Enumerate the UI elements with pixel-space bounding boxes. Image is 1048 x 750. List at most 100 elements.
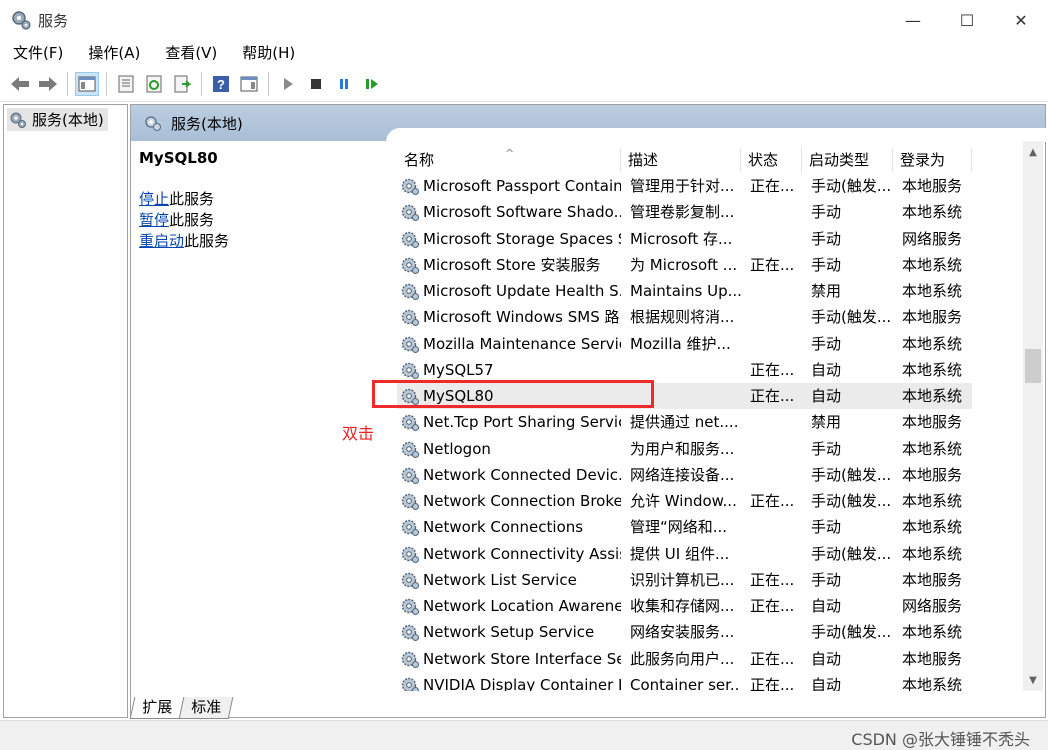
restart-link[interactable]: 重启动 bbox=[139, 232, 184, 250]
sort-caret-icon: ^ bbox=[505, 147, 515, 160]
service-startup-type: 手动(触发... bbox=[811, 492, 892, 510]
service-startup-type: 手动(触发... bbox=[811, 544, 892, 563]
service-status: 正在... bbox=[750, 255, 795, 274]
minimize-button[interactable]: — bbox=[886, 0, 940, 40]
service-name-cell: Network Connections bbox=[397, 514, 621, 540]
service-gear-icon bbox=[401, 493, 419, 511]
service-startup-type: 手动 bbox=[811, 334, 842, 353]
service-row[interactable]: Netlogon 为用户和服务... 手动 本地系统 bbox=[397, 436, 972, 462]
pause-action: 暂停此服务 bbox=[139, 210, 379, 231]
menu-action[interactable]: 操作(A) bbox=[75, 40, 152, 66]
service-name-cell: Network Connectivity Assis... bbox=[397, 541, 621, 567]
service-logon-as: 本地系统 bbox=[902, 439, 963, 458]
service-row[interactable]: Microsoft Windows SMS 路... 根据规则将消... 手动(触发… bbox=[397, 304, 972, 330]
refresh-icon[interactable] bbox=[142, 72, 166, 96]
service-description: 收集和存储网... bbox=[630, 597, 735, 615]
service-description: 网络连接设备... bbox=[630, 465, 735, 484]
service-row[interactable]: Network List Service 识别计算机已... 正在... 手动 本地服务 bbox=[397, 567, 972, 593]
service-logon-as: 本地系统 bbox=[902, 518, 963, 537]
service-gear-icon bbox=[401, 178, 419, 196]
column-header-name[interactable]: ^ 名称 bbox=[397, 147, 621, 173]
show-action-pane-icon[interactable] bbox=[237, 72, 261, 96]
service-description: 允许 Window... bbox=[630, 492, 737, 510]
service-row[interactable]: Net.Tcp Port Sharing Service 提供通过 net....… bbox=[397, 409, 972, 435]
menu-help[interactable]: 帮助(H) bbox=[229, 40, 307, 66]
service-description: Maintains Up... bbox=[630, 282, 741, 300]
service-name: Microsoft Update Health S... bbox=[423, 282, 621, 301]
scrollbar-thumb[interactable] bbox=[1025, 349, 1041, 383]
forward-arrow-icon[interactable] bbox=[36, 72, 60, 96]
service-name: Netlogon bbox=[423, 439, 491, 458]
service-row[interactable]: Network Location Awarene... 收集和存储网... 正在..… bbox=[397, 593, 972, 619]
stop-link[interactable]: 停止 bbox=[139, 190, 169, 208]
export-list-icon[interactable] bbox=[170, 72, 194, 96]
service-row[interactable]: Microsoft Update Health S... Maintains Up… bbox=[397, 278, 972, 304]
selected-service-name: MySQL80 bbox=[139, 149, 218, 167]
service-startup-type: 手动 bbox=[811, 518, 842, 537]
help-icon[interactable]: ? bbox=[209, 72, 233, 96]
scroll-down-icon[interactable]: ▼ bbox=[1023, 671, 1043, 689]
tab-standard-label: 标准 bbox=[191, 698, 222, 716]
service-status: 正在... bbox=[750, 492, 795, 510]
service-row[interactable]: Network Store Interface Se... 此服务向用户... 正在… bbox=[397, 646, 972, 672]
service-row[interactable]: Microsoft Software Shado... 管理卷影复制... 手动 本地… bbox=[397, 199, 972, 225]
service-name: Microsoft Passport Container bbox=[423, 177, 621, 196]
tree-item-services-local[interactable]: 服务(本地) bbox=[7, 108, 108, 131]
service-name-cell: Microsoft Store 安装服务 bbox=[397, 252, 621, 278]
service-gear-icon bbox=[401, 625, 419, 642]
service-row[interactable]: Network Connected Devic... 网络连接设备... 手动(触发… bbox=[397, 462, 972, 488]
restart-service-icon[interactable] bbox=[360, 72, 384, 96]
service-logon-as: 本地服务 bbox=[902, 308, 963, 327]
annotation-double-click: 双击 bbox=[342, 424, 375, 443]
pause-service-icon[interactable] bbox=[332, 72, 356, 96]
service-name-cell: Mozilla Maintenance Service bbox=[397, 331, 621, 357]
service-row[interactable]: Microsoft Passport Container 管理用于针对... 正在.… bbox=[397, 173, 972, 199]
maximize-button[interactable]: ☐ bbox=[940, 0, 994, 40]
service-description: 识别计算机已... bbox=[630, 570, 735, 589]
scroll-up-icon[interactable]: ▲ bbox=[1023, 143, 1043, 161]
vertical-scrollbar[interactable]: ▲ ▼ bbox=[1023, 141, 1043, 691]
start-service-icon[interactable] bbox=[276, 72, 300, 96]
column-header-startup-type[interactable]: 启动类型 bbox=[802, 147, 893, 173]
service-name-cell: Microsoft Windows SMS 路... bbox=[397, 304, 621, 330]
service-row[interactable]: Network Connection Broker 允许 Window... 正在.… bbox=[397, 488, 972, 514]
service-name-cell: Network Setup Service bbox=[397, 619, 621, 645]
close-button[interactable]: ✕ bbox=[994, 0, 1048, 40]
pause-link[interactable]: 暂停 bbox=[139, 211, 169, 229]
column-header-logon[interactable]: 登录为 bbox=[893, 147, 972, 173]
service-startup-type: 禁用 bbox=[811, 282, 842, 300]
restart-action-suffix: 此服务 bbox=[184, 232, 230, 250]
menu-view[interactable]: 查看(V) bbox=[152, 40, 229, 66]
title-bar: 服务 — ☐ ✕ bbox=[0, 0, 1048, 40]
properties-icon[interactable] bbox=[114, 72, 138, 96]
service-name-cell: Net.Tcp Port Sharing Service bbox=[397, 409, 621, 435]
back-arrow-icon[interactable] bbox=[8, 72, 32, 96]
service-row[interactable]: Microsoft Storage Spaces S... Microsoft 存… bbox=[397, 226, 972, 252]
service-row[interactable]: Network Setup Service 网络安装服务... 手动(触发... 本地… bbox=[397, 619, 972, 645]
service-status: 正在... bbox=[750, 649, 795, 668]
service-gear-icon bbox=[401, 205, 419, 222]
column-header-description[interactable]: 描述 bbox=[621, 147, 741, 173]
service-row[interactable]: Microsoft Store 安装服务 为 Microsoft ... 正在...… bbox=[397, 252, 972, 278]
tab-standard[interactable]: 标准 bbox=[178, 697, 234, 719]
menu-file[interactable]: 文件(F) bbox=[0, 40, 75, 66]
service-name: Network Connections bbox=[423, 518, 584, 537]
service-row[interactable]: Mozilla Maintenance Service Mozilla 维护...… bbox=[397, 331, 972, 357]
service-row[interactable]: Network Connectivity Assis... 提供 UI 组件...… bbox=[397, 541, 972, 567]
service-description: 提供通过 net.... bbox=[630, 413, 739, 432]
service-status: 正在... bbox=[750, 360, 795, 379]
stop-service-icon[interactable] bbox=[304, 72, 328, 96]
service-status bbox=[741, 226, 802, 252]
service-logon-as: 本地系统 bbox=[902, 544, 963, 563]
tab-extended[interactable]: 扩展 bbox=[129, 697, 185, 719]
service-description: 管理用于针对... bbox=[630, 177, 735, 195]
service-status bbox=[741, 304, 802, 330]
column-header-status[interactable]: 状态 bbox=[741, 147, 802, 173]
service-logon-as: 本地系统 bbox=[902, 387, 963, 405]
service-row[interactable]: Network Connections 管理“网络和... 手动 本地系统 bbox=[397, 514, 972, 540]
toolbar-separator bbox=[106, 71, 107, 96]
service-startup-type: 自动 bbox=[811, 387, 842, 405]
service-startup-type: 手动 bbox=[811, 439, 842, 458]
service-row[interactable]: NVIDIA Display Container LS Container ser… bbox=[397, 672, 972, 691]
console-tree-icon[interactable] bbox=[75, 71, 99, 96]
